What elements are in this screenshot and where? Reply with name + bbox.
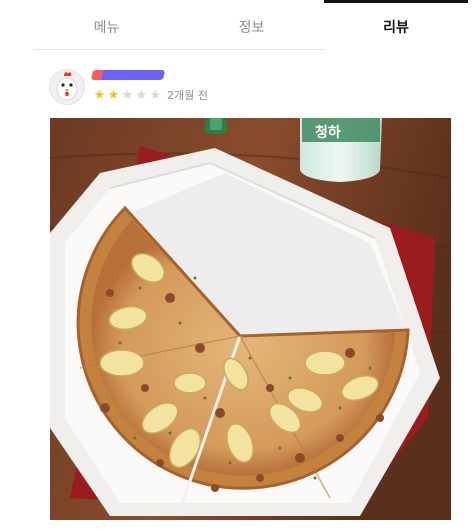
star-icon: ★ bbox=[149, 88, 162, 103]
star-icon: ★ bbox=[107, 88, 120, 103]
soju-bottle: 청하 bbox=[300, 118, 382, 182]
star-icon: ★ bbox=[121, 88, 134, 103]
review-time: 2개월 전 bbox=[167, 89, 208, 102]
tab-info[interactable]: 정보 bbox=[179, 0, 324, 50]
tab-reviews[interactable]: 리뷰 bbox=[324, 0, 468, 50]
review-photo[interactable]: 청하 bbox=[50, 118, 451, 520]
bottle-label: 청하 bbox=[315, 124, 341, 141]
chicken-avatar-icon bbox=[56, 72, 78, 101]
star-icon: ★ bbox=[135, 88, 148, 103]
reviewer-name-redacted bbox=[90, 70, 166, 80]
tab-menu[interactable]: 메뉴 bbox=[34, 0, 179, 50]
tab-bar: 메뉴 정보 리뷰 bbox=[34, 0, 468, 50]
star-icon: ★ bbox=[93, 88, 106, 103]
star-rating: ★ ★ ★ ★ ★ bbox=[93, 89, 162, 103]
green-bottle-cap bbox=[205, 118, 227, 134]
avatar[interactable] bbox=[49, 69, 85, 105]
